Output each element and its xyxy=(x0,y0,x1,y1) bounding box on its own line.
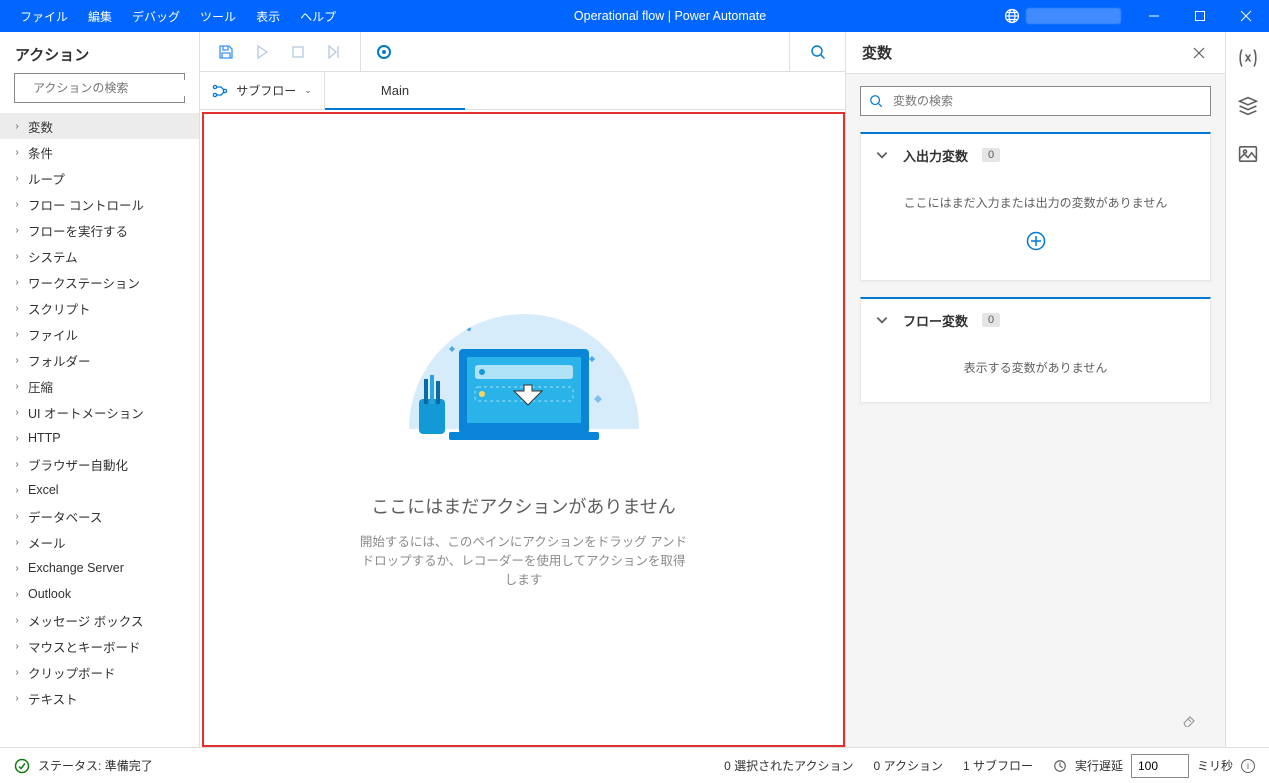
tree-item[interactable]: ›テキスト xyxy=(0,685,199,711)
tree-item[interactable]: ›マウスとキーボード xyxy=(0,633,199,659)
tree-item[interactable]: ›フォルダー xyxy=(0,347,199,373)
status-bar: ステータス: 準備完了 0 選択されたアクション 0 アクション 1 サブフロー… xyxy=(0,747,1269,783)
close-icon xyxy=(1193,47,1205,59)
sidebar-title: アクション xyxy=(0,32,199,73)
delay-input[interactable] xyxy=(1131,754,1189,778)
tree-item[interactable]: ›メッセージ ボックス xyxy=(0,607,199,633)
chevron-down-icon xyxy=(875,148,889,162)
rail-variables-button[interactable] xyxy=(1236,46,1260,70)
variables-panel-title: 変数 xyxy=(862,42,892,63)
rail-images-button[interactable] xyxy=(1236,142,1260,166)
tree-item[interactable]: ›Excel xyxy=(0,477,199,503)
tree-item[interactable]: ›フロー コントロール xyxy=(0,191,199,217)
globe-icon xyxy=(1004,8,1020,24)
actions-search[interactable] xyxy=(14,73,185,103)
save-button[interactable] xyxy=(212,38,240,66)
empty-state-illustration xyxy=(389,269,659,479)
delay-unit: ミリ秒 xyxy=(1197,757,1233,774)
maximize-button[interactable] xyxy=(1177,0,1223,32)
run-button[interactable] xyxy=(248,38,276,66)
empty-description: 開始するには、このペインにアクションをドラッグ アンド ドロップするか、レコーダ… xyxy=(359,533,689,589)
actions-search-input[interactable] xyxy=(31,80,190,96)
flow-variables-empty: 表示する変数がありません xyxy=(873,359,1198,376)
flow-variables-card: フロー変数 0 表示する変数がありません xyxy=(860,297,1211,403)
chevron-down-icon: ⌄ xyxy=(304,85,312,96)
status-actions-count: 0 アクション xyxy=(874,757,943,774)
io-variables-count: 0 xyxy=(982,148,1000,162)
menu-file[interactable]: ファイル xyxy=(10,0,78,32)
io-variables-card: 入出力変数 0 ここにはまだ入力または出力の変数がありません xyxy=(860,132,1211,281)
tree-item[interactable]: ›ファイル xyxy=(0,321,199,347)
stop-button[interactable] xyxy=(284,38,312,66)
tree-item[interactable]: ›ブラウザー自動化 xyxy=(0,451,199,477)
delay-label: 実行遅延 xyxy=(1075,757,1123,774)
menu-help[interactable]: ヘルプ xyxy=(290,0,346,32)
variables-panel: 変数 入出力変数 0 ここにはまだ入力または出力の xyxy=(845,32,1225,747)
actions-tree[interactable]: ›変数 ›条件 ›ループ ›フロー コントロール ›フローを実行する ›システム… xyxy=(0,113,199,747)
user-account[interactable] xyxy=(994,0,1131,32)
info-icon[interactable]: i xyxy=(1241,759,1255,773)
menu-bar: ファイル 編集 デバッグ ツール 表示 ヘルプ xyxy=(0,0,346,32)
tabs-row: サブフロー ⌄ Main xyxy=(200,72,845,110)
tree-item[interactable]: ›メール xyxy=(0,529,199,555)
chevron-right-icon: › xyxy=(12,121,22,132)
tree-item[interactable]: ›ワークステーション xyxy=(0,269,199,295)
flow-variables-toggle[interactable]: フロー変数 0 xyxy=(861,299,1210,341)
tree-item[interactable]: ›変数 xyxy=(0,113,199,139)
tree-item[interactable]: ›システム xyxy=(0,243,199,269)
eraser-icon xyxy=(1181,711,1197,727)
search-icon xyxy=(810,44,826,60)
tree-item[interactable]: ›Exchange Server xyxy=(0,555,199,581)
window-title: Operational flow | Power Automate xyxy=(346,9,994,23)
clock-icon xyxy=(1053,759,1067,773)
close-panel-button[interactable] xyxy=(1189,43,1209,63)
add-io-variable-button[interactable] xyxy=(1026,231,1046,251)
status-ready: ステータス: 準備完了 xyxy=(38,757,153,774)
actions-sidebar: アクション ›変数 ›条件 ›ループ ›フロー コントロール ›フローを実行する… xyxy=(0,32,200,747)
status-subflows-count: 1 サブフロー xyxy=(963,757,1033,774)
record-button[interactable] xyxy=(377,45,391,59)
menu-debug[interactable]: デバッグ xyxy=(122,0,190,32)
empty-title: ここにはまだアクションがありません xyxy=(371,493,676,519)
menu-view[interactable]: 表示 xyxy=(246,0,290,32)
tree-item[interactable]: ›ループ xyxy=(0,165,199,191)
tree-item[interactable]: ›Outlook xyxy=(0,581,199,607)
designer-canvas[interactable]: ここにはまだアクションがありません 開始するには、このペインにアクションをドラッ… xyxy=(202,112,845,747)
title-bar: ファイル 編集 デバッグ ツール 表示 ヘルプ Operational flow… xyxy=(0,0,1269,32)
tab-main[interactable]: Main xyxy=(325,72,465,109)
subflow-dropdown[interactable]: サブフロー ⌄ xyxy=(200,72,325,109)
right-rail xyxy=(1225,32,1269,747)
variables-search-input[interactable] xyxy=(891,93,1202,109)
menu-edit[interactable]: 編集 xyxy=(78,0,122,32)
check-circle-icon xyxy=(14,758,30,774)
subflow-icon xyxy=(212,83,228,99)
io-variables-toggle[interactable]: 入出力変数 0 xyxy=(861,134,1210,176)
menu-tools[interactable]: ツール xyxy=(190,0,246,32)
search-flow-button[interactable] xyxy=(789,32,845,71)
tree-item[interactable]: ›スクリプト xyxy=(0,295,199,321)
tree-item[interactable]: ›クリップボード xyxy=(0,659,199,685)
status-selected-actions: 0 選択されたアクション xyxy=(724,757,853,774)
search-icon xyxy=(869,94,883,108)
tree-item[interactable]: ›フローを実行する xyxy=(0,217,199,243)
chevron-down-icon xyxy=(875,313,889,327)
variables-search[interactable] xyxy=(860,86,1211,116)
toolbar xyxy=(200,32,845,72)
close-button[interactable] xyxy=(1223,0,1269,32)
tree-item[interactable]: ›HTTP xyxy=(0,425,199,451)
tree-item[interactable]: ›データベース xyxy=(0,503,199,529)
minimize-button[interactable] xyxy=(1131,0,1177,32)
io-variables-empty: ここにはまだ入力または出力の変数がありません xyxy=(873,194,1198,211)
flow-variables-count: 0 xyxy=(982,313,1000,327)
rail-ui-elements-button[interactable] xyxy=(1236,94,1260,118)
clear-button[interactable] xyxy=(860,703,1211,735)
tree-item[interactable]: ›UI オートメーション xyxy=(0,399,199,425)
tree-item[interactable]: ›条件 xyxy=(0,139,199,165)
tree-item[interactable]: ›圧縮 xyxy=(0,373,199,399)
step-button[interactable] xyxy=(320,38,348,66)
